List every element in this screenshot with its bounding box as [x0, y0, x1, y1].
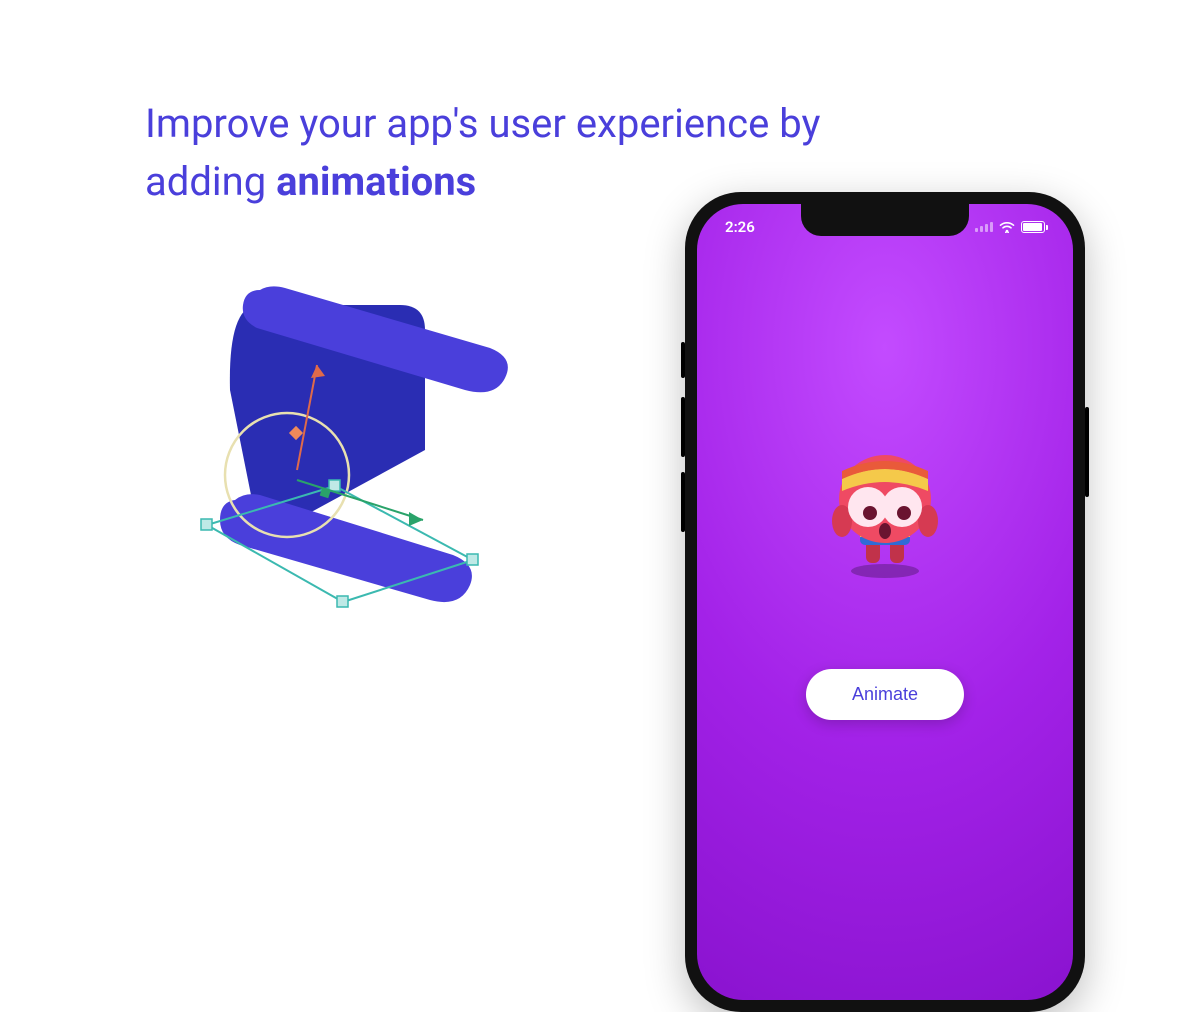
shapes-illustration	[165, 270, 525, 650]
headline-line2-bold: animations	[276, 158, 476, 205]
phone-side-button	[681, 397, 685, 457]
status-icons	[975, 218, 1045, 236]
cellular-icon	[975, 222, 993, 232]
wifi-icon	[999, 221, 1015, 233]
phone-side-button	[681, 472, 685, 532]
battery-icon	[1021, 221, 1045, 233]
headline-line2-prefix: adding	[145, 158, 276, 205]
phone-notch	[801, 204, 969, 236]
status-time: 2:26	[725, 218, 755, 236]
phone-mockup: 2:26	[685, 192, 1085, 1012]
headline-line1: Improve your app's user experience by	[145, 100, 820, 147]
animate-button[interactable]: Animate	[806, 669, 964, 720]
animate-button-label: Animate	[852, 684, 918, 704]
phone-side-button	[681, 342, 685, 378]
character-illustration	[820, 429, 950, 579]
phone-screen: 2:26	[697, 204, 1073, 1000]
phone-side-button	[1085, 407, 1089, 497]
